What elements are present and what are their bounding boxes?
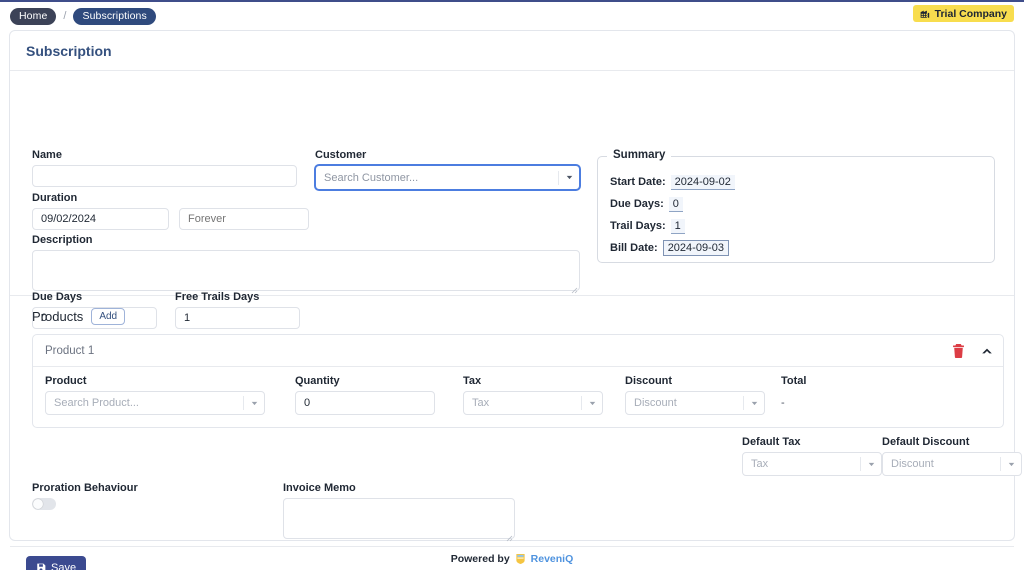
subscription-card: Subscription Name Customer Search Custom… (9, 30, 1022, 570)
summary-row-bill-date: Bill Date: 2024-09-03 (610, 237, 994, 259)
breadcrumb: Home / Subscriptions (10, 7, 156, 25)
quantity-input[interactable] (295, 391, 435, 415)
field-customer: Customer Search Customer... (315, 149, 580, 190)
default-tax-select[interactable]: Tax (742, 452, 882, 476)
discount-select-value: Discount (634, 397, 677, 409)
discount-label: Discount (625, 375, 673, 387)
default-discount-label: Default Discount (882, 436, 970, 448)
chevron-down-icon[interactable] (582, 398, 602, 409)
tax-select[interactable]: Tax (463, 391, 603, 415)
duration-end-input[interactable] (179, 208, 309, 230)
chevron-down-icon[interactable] (861, 459, 881, 470)
summary-panel: Summary Start Date: 2024-09-02 Due Days:… (597, 149, 995, 263)
default-discount-select[interactable]: Discount (882, 452, 1022, 476)
chevron-up-icon[interactable] (981, 347, 993, 355)
default-tax-label: Default Tax (742, 436, 801, 448)
default-discount-select-value: Discount (891, 458, 934, 470)
summary-start-date-value: 2024-09-02 (670, 174, 735, 190)
description-label: Description (32, 234, 93, 246)
field-quantity: Quantity (295, 375, 435, 415)
product-label: Product (45, 375, 87, 387)
reveniq-logo-icon (515, 553, 526, 565)
description-textarea[interactable] (32, 250, 580, 291)
chevron-down-icon[interactable] (744, 398, 764, 409)
summary-start-date-label: Start Date: (610, 176, 666, 188)
default-tax-select-value: Tax (751, 458, 769, 470)
building-icon (920, 9, 930, 19)
breadcrumb-home[interactable]: Home (10, 7, 57, 25)
toggle-knob (33, 499, 43, 509)
summary-trail-days-label: Trail Days: (610, 220, 666, 232)
summary-row-trail-days: Trail Days: 1 (610, 215, 994, 237)
quantity-label: Quantity (295, 375, 340, 387)
product-item-fields: Product Search Product... Quantity 0 Tax… (33, 367, 1003, 427)
customer-label: Customer (315, 149, 367, 161)
breadcrumb-separator: / (63, 10, 67, 22)
summary-legend: Summary (607, 149, 672, 161)
field-default-tax: Default Tax Tax (742, 436, 882, 476)
products-section: Products Add Product 1 Product Search Pr… (10, 296, 1014, 428)
product-select[interactable]: Search Product... (45, 391, 265, 415)
summary-due-days-value: 0 (668, 196, 683, 212)
chevron-down-icon[interactable] (244, 398, 264, 409)
name-input[interactable] (32, 165, 297, 187)
field-product: Product Search Product... (45, 375, 265, 415)
summary-due-days-label: Due Days: (610, 198, 664, 210)
field-proration-behaviour: Proration Behaviour (32, 482, 232, 510)
summary-row-due-days: Due Days: 0 (610, 193, 994, 215)
field-name: Name (32, 149, 297, 187)
proration-behaviour-label: Proration Behaviour (32, 482, 138, 494)
top-bar: Home / Subscriptions Trial Company (0, 0, 1024, 30)
brand-name: ReveniQ (530, 553, 574, 565)
duration-label: Duration (32, 192, 78, 204)
subscription-page: Home / Subscriptions Trial Company Subsc… (0, 0, 1024, 570)
invoice-memo-textarea[interactable] (283, 498, 515, 539)
total-label: Total (781, 375, 807, 387)
duration-start-input[interactable] (32, 208, 169, 230)
trash-icon[interactable] (952, 344, 965, 358)
bottom-options: Proration Behaviour Invoice Memo (10, 480, 1014, 546)
field-description: Description (32, 234, 580, 296)
proration-toggle[interactable] (32, 498, 56, 510)
product-item-name: Product 1 (45, 344, 95, 357)
chevron-down-icon[interactable] (559, 172, 579, 183)
field-tax: Tax Tax (463, 375, 603, 415)
chevron-down-icon[interactable] (1001, 459, 1021, 470)
add-product-button[interactable]: Add (91, 308, 126, 325)
field-duration: Duration (32, 192, 309, 230)
tax-label: Tax (463, 375, 482, 387)
company-badge[interactable]: Trial Company (912, 5, 1014, 22)
customer-select[interactable]: Search Customer... (315, 165, 580, 190)
powered-by-label: Powered by (450, 553, 510, 565)
breadcrumb-subscriptions[interactable]: Subscriptions (73, 7, 156, 25)
subscription-form: Name Customer Search Customer... Duratio… (10, 71, 1014, 329)
summary-trail-days-value: 1 (670, 218, 685, 234)
field-discount: Discount Discount (625, 375, 765, 415)
field-invoice-memo: Invoice Memo (283, 482, 515, 544)
defaults-section: Default Tax Tax Default Discount Discoun… (10, 428, 1022, 480)
summary-bill-date-label: Bill Date: (610, 242, 658, 254)
name-label: Name (32, 149, 62, 161)
products-title: Products (32, 309, 84, 324)
invoice-memo-label: Invoice Memo (283, 482, 356, 494)
summary-bill-date-value: 2024-09-03 (662, 240, 729, 256)
product-item-header[interactable]: Product 1 (33, 335, 1003, 367)
tax-select-value: Tax (472, 397, 490, 409)
summary-row-start-date: Start Date: 2024-09-02 (610, 171, 994, 193)
customer-select-value: Search Customer... (324, 171, 419, 184)
field-default-discount: Default Discount Discount (882, 436, 1022, 476)
discount-select[interactable]: Discount (625, 391, 765, 415)
page-title: Subscription (10, 31, 1014, 71)
company-badge-label: Trial Company (934, 7, 1007, 20)
page-footer: Powered by ReveniQ (0, 548, 1024, 570)
field-total: Total - (781, 375, 901, 409)
total-value: - (781, 397, 785, 409)
product-select-value: Search Product... (54, 397, 139, 409)
product-item-card: Product 1 Product Search Product... Quan… (32, 334, 1004, 428)
